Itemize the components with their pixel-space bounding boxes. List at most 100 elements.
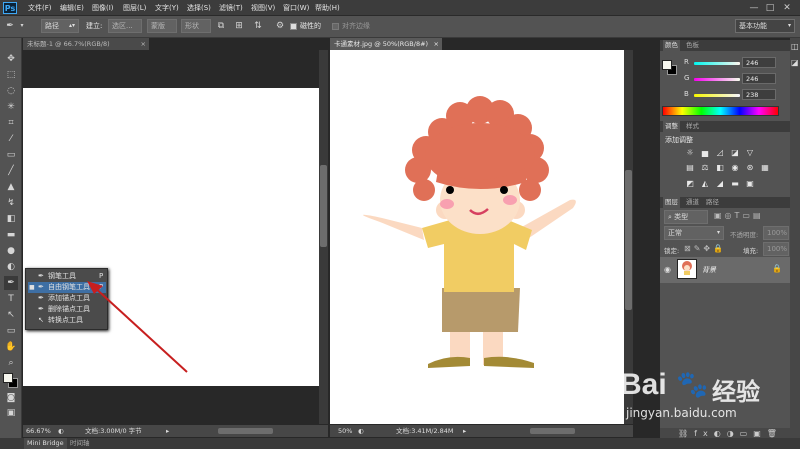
menu-view[interactable]: 视图(V) [251,0,275,16]
gradient-map-icon[interactable]: ▬ [729,178,741,189]
blur-tool-icon[interactable]: ● [4,244,18,258]
layer-filter-select[interactable]: ⌕ 类型 [664,210,708,224]
tab-adjustments[interactable]: 调整 [663,121,680,132]
hue-saturation-icon[interactable]: ▤ [684,162,696,173]
photo-filter-icon[interactable]: ◉ [729,162,741,173]
blue-slider[interactable] [694,94,740,97]
menu-image[interactable]: 图像(I) [92,0,114,16]
path-mode-select[interactable]: 路径 ▴▾ [41,19,79,33]
scrollbar-thumb[interactable] [625,170,632,310]
menu-layer[interactable]: 图层(L) [123,0,146,16]
dodge-tool-icon[interactable]: ◐ [4,260,18,274]
foreground-color-swatch[interactable] [662,60,672,70]
lasso-tool-icon[interactable]: ◌ [4,84,18,98]
curves-icon[interactable]: ◿ [714,147,726,158]
horizontal-scrollbar-thumb[interactable] [218,428,273,434]
type-tool-icon[interactable]: T [4,292,18,306]
selection-button[interactable]: 选区... [108,19,142,33]
tab-mini-bridge[interactable]: Mini Bridge [24,438,67,449]
zoom-tool-icon[interactable]: ⌕ [4,356,18,370]
color-balance-icon[interactable]: ⚖ [699,162,711,173]
info-icon[interactable]: ◐ [58,425,64,437]
channel-mixer-icon[interactable]: ⊛ [744,162,756,173]
menu-filter[interactable]: 滤镜(T) [219,0,243,16]
doc-tab-untitled[interactable]: 未标题-1 @ 66.7%(RGB/8) × [23,38,149,50]
eye-icon[interactable]: ◉ [664,265,671,274]
menu-window[interactable]: 窗口(W) [283,0,309,16]
magnetic-checkbox[interactable] [290,23,297,30]
scrollbar-thumb[interactable] [320,165,327,247]
blue-value[interactable]: 238 [742,89,776,100]
chevron-right-icon[interactable]: ▸ [463,425,466,437]
eyedropper-tool-icon[interactable]: ⁄ [4,132,18,146]
gradient-tool-icon[interactable]: ▬ [4,228,18,242]
red-value[interactable]: 246 [742,57,776,68]
menu-select[interactable]: 选择(S) [187,0,211,16]
vibrance-icon[interactable]: ▽ [744,147,756,158]
tab-layers[interactable]: 图层 [663,197,680,208]
gear-icon[interactable]: ⚙ [274,20,286,32]
marquee-tool-icon[interactable]: ⬚ [4,68,18,82]
green-value[interactable]: 246 [742,73,776,84]
mask-button[interactable]: 蒙版 [147,19,177,33]
menu-edit[interactable]: 编辑(E) [60,0,84,16]
hand-tool-icon[interactable]: ✋ [4,340,18,354]
quick-mask-icon[interactable]: ◙ [4,391,18,405]
align-edges-checkbox[interactable] [332,23,339,30]
green-slider[interactable] [694,78,740,81]
eraser-tool-icon[interactable]: ◧ [4,212,18,226]
tab-channels[interactable]: 通道 [686,197,699,208]
zoom-level[interactable]: 66.67% [26,425,51,437]
clone-stamp-tool-icon[interactable]: ▲ [4,180,18,194]
doc-tab-cartoon[interactable]: 卡通素材.jpg @ 50%(RGB/8#) × [330,38,442,50]
pen-tool-preset-icon[interactable]: ✒ [4,20,16,32]
black-white-icon[interactable]: ◧ [714,162,726,173]
close-icon[interactable]: × [141,38,146,50]
history-brush-tool-icon[interactable]: ↯ [4,196,18,210]
chevron-down-icon[interactable]: ▾ [16,20,28,32]
workspace-select[interactable]: 基本功能 ▾ [735,19,795,33]
cartoon-boy-image[interactable] [330,50,624,424]
zoom-level[interactable]: 50% [338,425,352,437]
foreground-color-swatch[interactable] [3,373,13,383]
lock-icons[interactable]: ⊠✎✥🔒 [684,244,726,253]
brightness-icon[interactable]: ☼ [684,147,696,158]
move-tool-icon[interactable]: ✥ [4,52,18,66]
color-spectrum-bar[interactable] [662,106,779,116]
menu-help[interactable]: 帮助(H) [315,0,340,16]
pen-tool-icon[interactable]: ✒ [4,276,18,290]
rectangle-tool-icon[interactable]: ▭ [4,324,18,338]
healing-brush-tool-icon[interactable]: ▭ [4,148,18,162]
threshold-icon[interactable]: ◢ [714,178,726,189]
shape-button[interactable]: 形状 [181,19,211,33]
color-lookup-icon[interactable]: ▦ [759,162,771,173]
brush-tool-icon[interactable]: ╱ [4,164,18,178]
path-operations-icon[interactable]: ⧉ [215,20,227,32]
fill-input[interactable]: 100% [763,242,789,256]
quick-selection-tool-icon[interactable]: ✳ [4,100,18,114]
menu-file[interactable]: 文件(F) [28,0,52,16]
exposure-icon[interactable]: ◪ [729,147,741,158]
layer-name[interactable]: 背景 [702,265,716,275]
minimize-icon[interactable]: — [748,2,760,14]
red-slider[interactable] [694,62,740,65]
vertical-scrollbar[interactable] [319,50,328,424]
tab-timeline[interactable]: 时间轴 [70,438,90,449]
posterize-icon[interactable]: ◭ [699,178,711,189]
close-icon[interactable]: × [434,38,439,50]
properties-icon[interactable]: ◪ [791,58,799,67]
menu-type[interactable]: 文字(Y) [155,0,179,16]
tab-color[interactable]: 颜色 [663,40,680,51]
screen-mode-icon[interactable]: ▣ [4,406,18,420]
invert-icon[interactable]: ◩ [684,178,696,189]
selective-color-icon[interactable]: ▣ [744,178,756,189]
tab-paths[interactable]: 路径 [706,197,719,208]
horizontal-scrollbar-thumb[interactable] [530,428,575,434]
tab-swatches[interactable]: 色板 [686,40,699,51]
info-icon[interactable]: ◐ [358,425,364,437]
restore-icon[interactable]: □ [764,2,776,14]
path-selection-tool-icon[interactable]: ↖ [4,308,18,322]
crop-tool-icon[interactable]: ⌗ [4,116,18,130]
layer-row-background[interactable]: ◉ 背景 🔒 [660,257,790,283]
tab-styles[interactable]: 样式 [686,121,699,132]
